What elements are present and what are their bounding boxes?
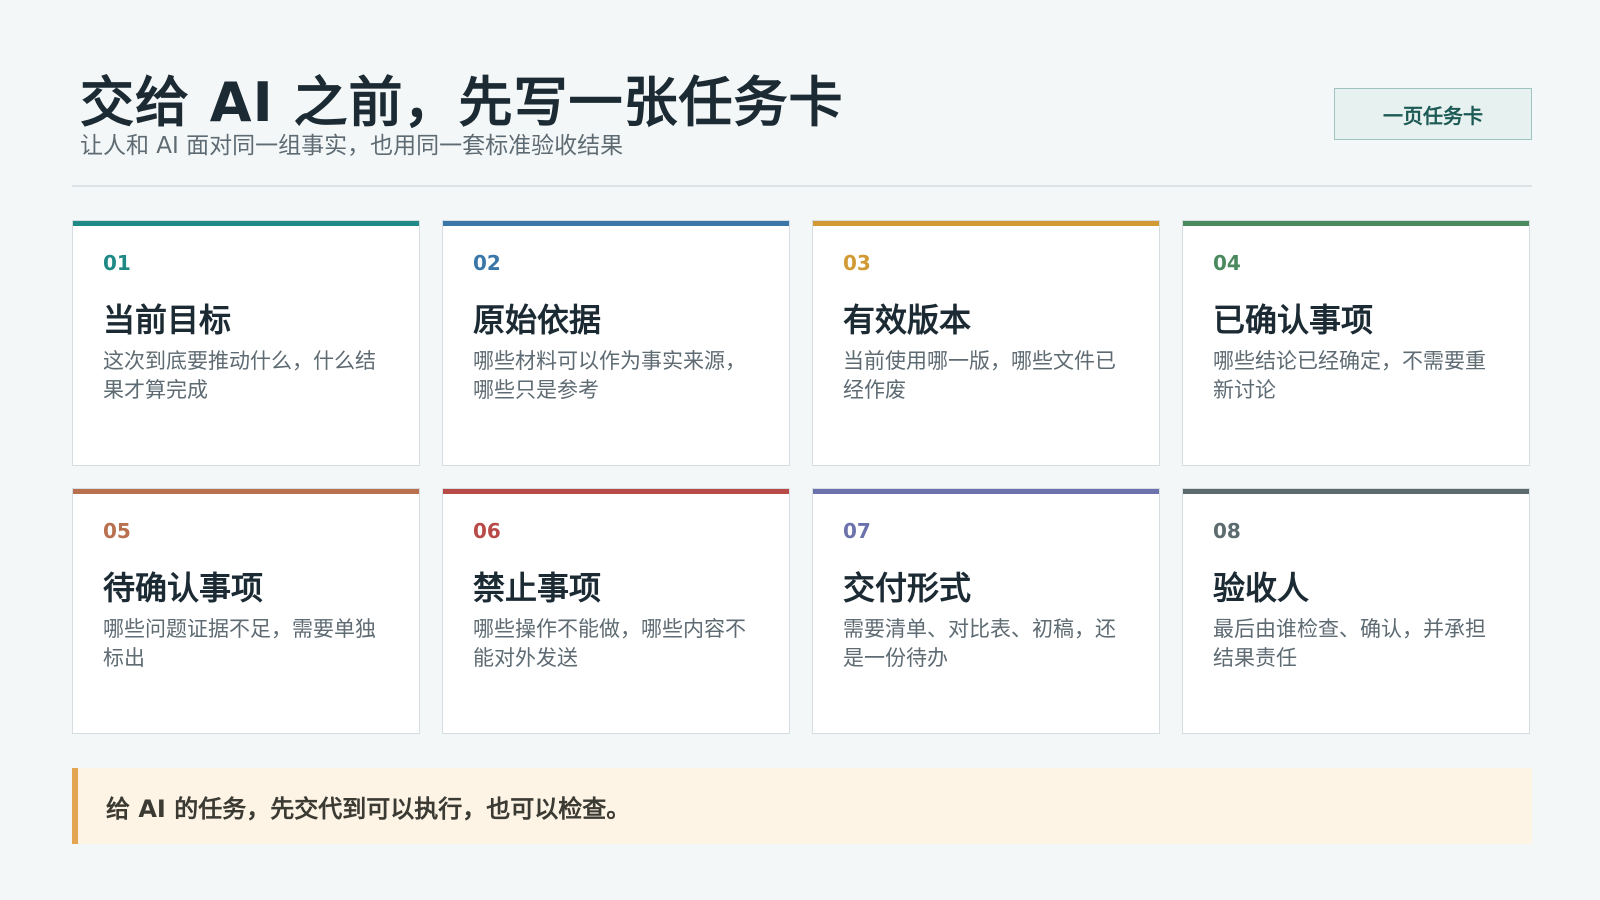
slide: 交给 AI 之前，先写一张任务卡 让人和 AI 面对同一组事实，也用同一套标准验… — [0, 0, 1600, 900]
card-grid: 01 当前目标 这次到底要推动什么，什么结果才算完成 02 原始依据 哪些材料可… — [72, 220, 1532, 734]
task-card-delivery: 07 交付形式 需要清单、对比表、初稿，还是一份待办 — [812, 488, 1160, 734]
card-title: 当前目标 — [103, 301, 232, 339]
task-card-confirmed: 04 已确认事项 哪些结论已经确定，不需要重新讨论 — [1182, 220, 1530, 466]
card-title: 原始依据 — [473, 301, 602, 339]
card-number: 05 — [103, 519, 131, 543]
card-description: 当前使用哪一版，哪些文件已经作废 — [843, 349, 1116, 402]
task-card-source: 02 原始依据 哪些材料可以作为事实来源，哪些只是参考 — [442, 220, 790, 466]
task-card-prohibited: 06 禁止事项 哪些操作不能做，哪些内容不能对外发送 — [442, 488, 790, 734]
card-number: 04 — [1213, 251, 1241, 275]
card-number: 08 — [1213, 519, 1241, 543]
card-description: 哪些结论已经确定，不需要重新讨论 — [1213, 349, 1486, 402]
card-description: 需要清单、对比表、初稿，还是一份待办 — [843, 617, 1116, 670]
card-number: 06 — [473, 519, 501, 543]
task-card-badge: 一页任务卡 — [1334, 88, 1532, 140]
card-number: 03 — [843, 251, 871, 275]
card-title: 禁止事项 — [473, 569, 602, 607]
card-number: 02 — [473, 251, 501, 275]
task-card-reviewer: 08 验收人 最后由谁检查、确认，并承担结果责任 — [1182, 488, 1530, 734]
card-accent-bar — [1183, 489, 1529, 494]
task-card-target: 01 当前目标 这次到底要推动什么，什么结果才算完成 — [72, 220, 420, 466]
page-subtitle: 让人和 AI 面对同一组事实，也用同一套标准验收结果 — [80, 133, 624, 159]
card-accent-bar — [443, 489, 789, 494]
card-accent-bar — [443, 221, 789, 226]
card-accent-bar — [813, 221, 1159, 226]
header-divider — [72, 185, 1532, 187]
card-title: 验收人 — [1213, 569, 1310, 607]
card-title: 已确认事项 — [1213, 301, 1374, 339]
card-title: 交付形式 — [843, 569, 972, 607]
card-description: 这次到底要推动什么，什么结果才算完成 — [103, 349, 376, 402]
task-card-pending: 05 待确认事项 哪些问题证据不足，需要单独标出 — [72, 488, 420, 734]
summary-callout: 给 AI 的任务，先交代到可以执行，也可以检查。 — [72, 768, 1532, 844]
task-card-version: 03 有效版本 当前使用哪一版，哪些文件已经作废 — [812, 220, 1160, 466]
card-description: 哪些材料可以作为事实来源，哪些只是参考 — [473, 349, 746, 402]
card-accent-bar — [1183, 221, 1529, 226]
card-accent-bar — [73, 221, 419, 226]
card-title: 待确认事项 — [103, 569, 264, 607]
card-number: 07 — [843, 519, 871, 543]
card-description: 最后由谁检查、确认，并承担结果责任 — [1213, 617, 1486, 670]
card-accent-bar — [73, 489, 419, 494]
card-number: 01 — [103, 251, 131, 275]
card-title: 有效版本 — [843, 301, 972, 339]
card-description: 哪些问题证据不足，需要单独标出 — [103, 617, 376, 670]
card-accent-bar — [813, 489, 1159, 494]
card-description: 哪些操作不能做，哪些内容不能对外发送 — [473, 617, 746, 670]
